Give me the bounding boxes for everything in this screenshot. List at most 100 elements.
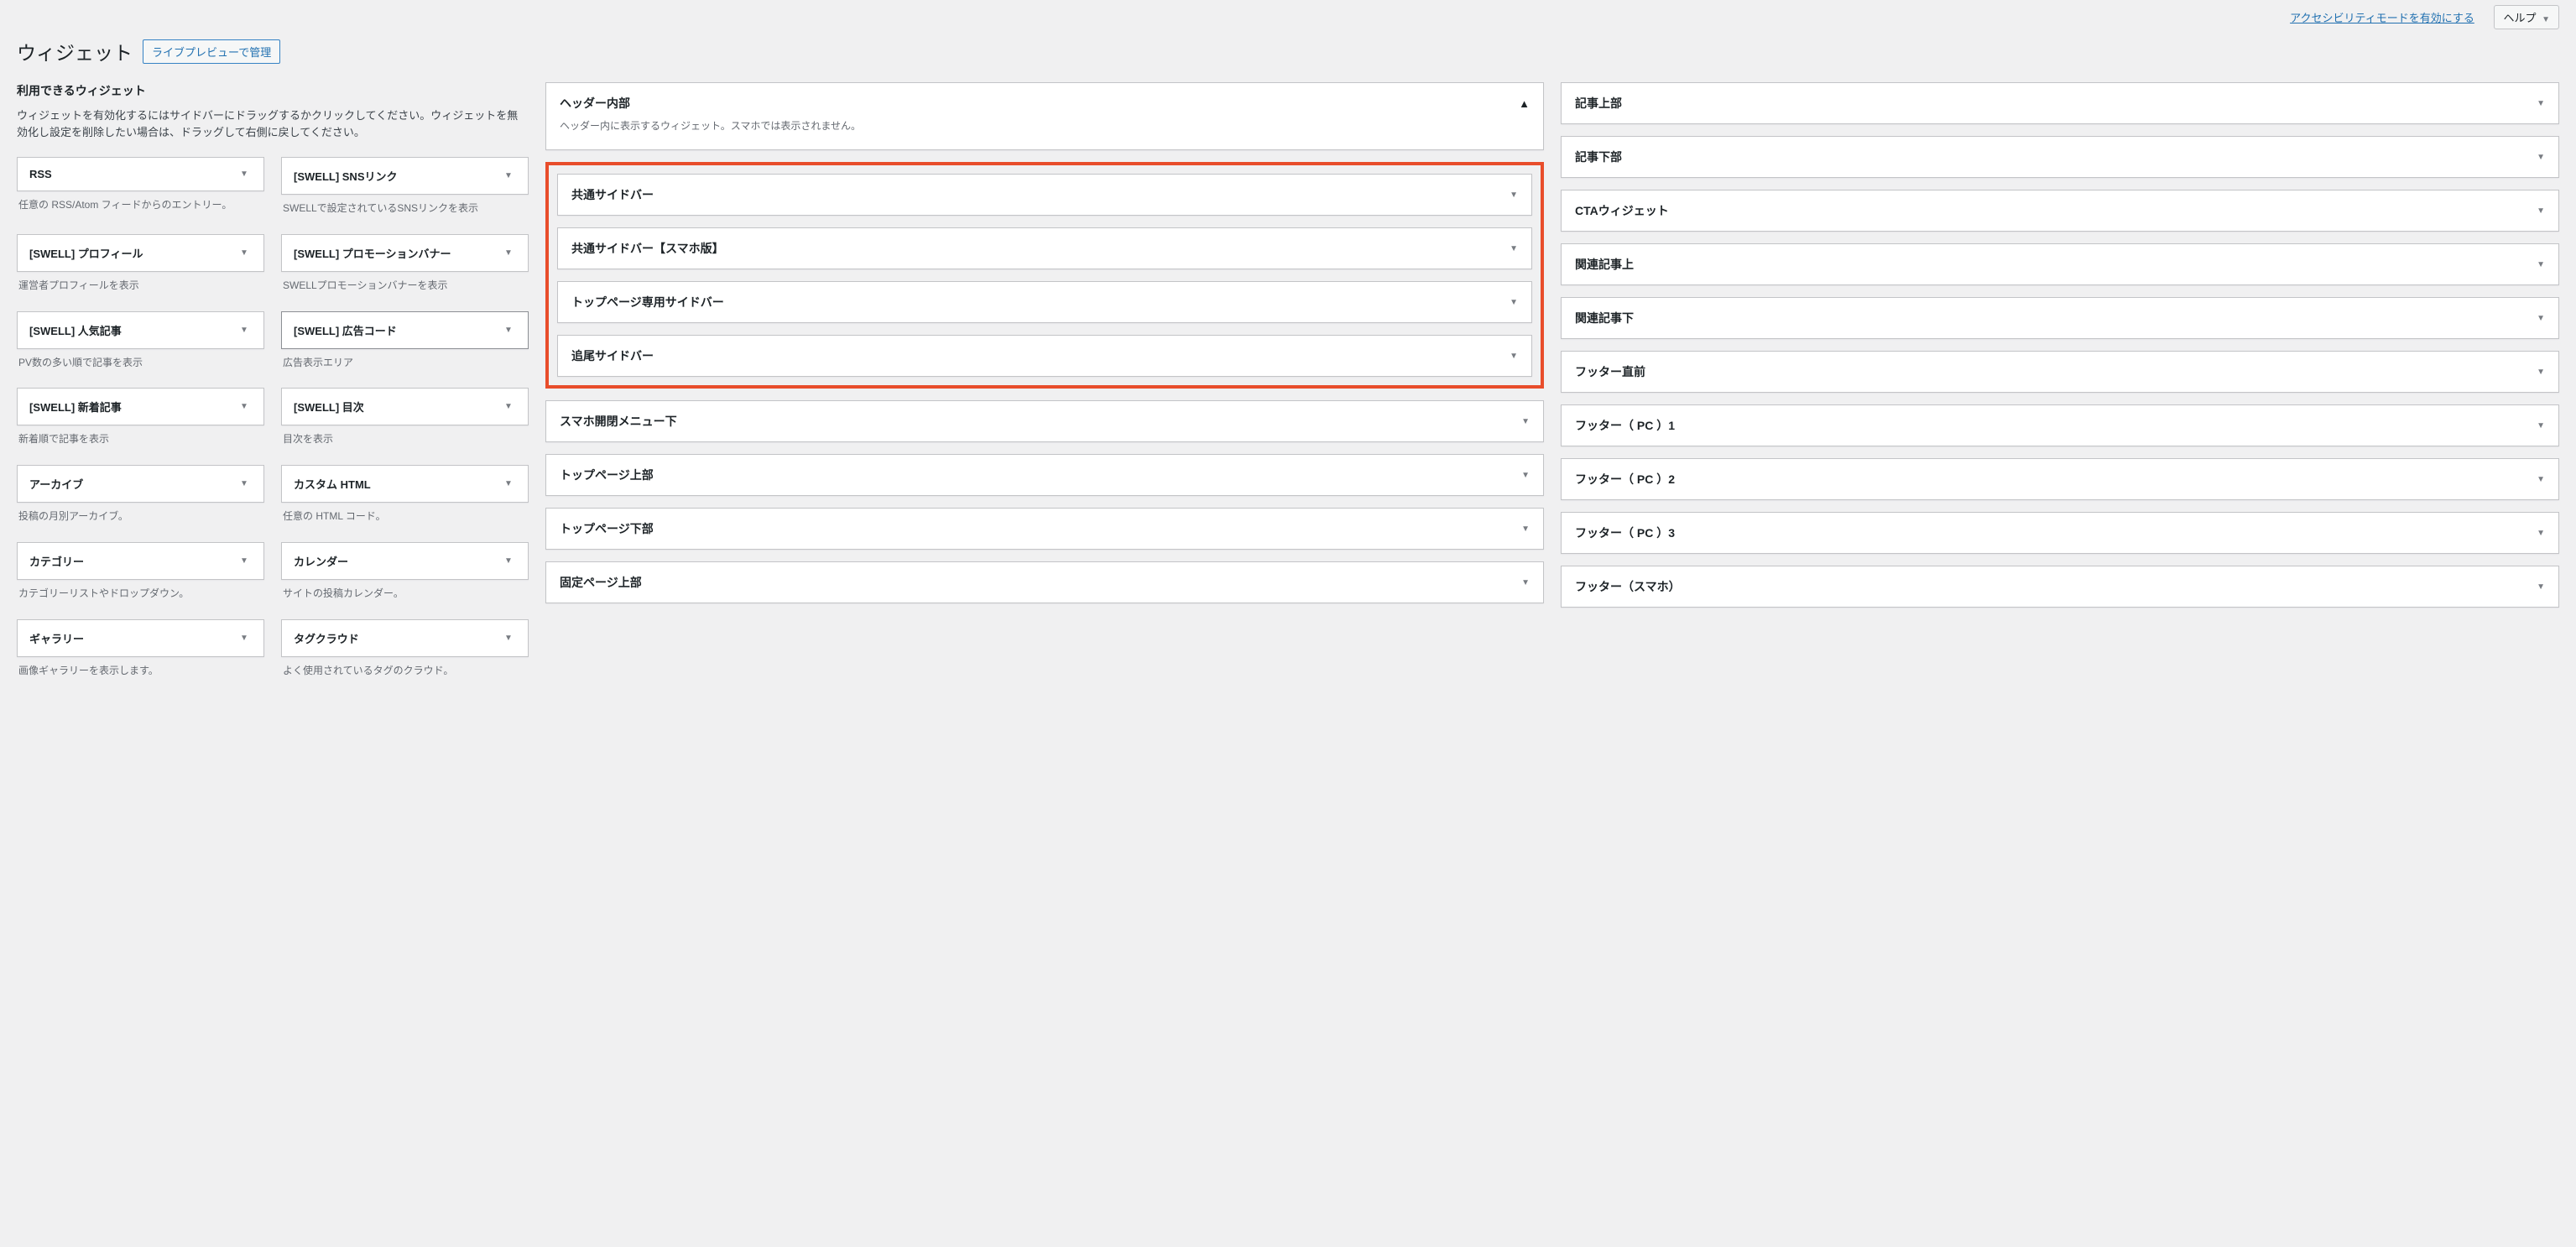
widget-name: [SWELL] プロモーションバナー	[294, 245, 451, 261]
chevron-down-icon[interactable]: ▼	[501, 479, 516, 488]
chevron-down-icon[interactable]: ▼	[1510, 244, 1518, 253]
widget-desc: 投稿の月別アーカイブ。	[17, 503, 264, 534]
widget-handle[interactable]: カスタム HTML▼	[281, 465, 529, 503]
available-widget: [SWELL] プロモーションバナー ▼ SWELLプロモーションバナーを表示	[281, 234, 529, 303]
chevron-down-icon[interactable]: ▼	[501, 634, 516, 643]
widget-area-title: トップページ上部	[560, 467, 654, 483]
chevron-down-icon[interactable]: ▼	[237, 556, 252, 566]
chevron-down-icon[interactable]: ▼	[2537, 99, 2545, 108]
widget-handle[interactable]: タグクラウド▼	[281, 619, 529, 657]
help-button[interactable]: ヘルプ ▼	[2494, 5, 2559, 29]
widget-area-title: ヘッダー内部	[560, 95, 630, 112]
chevron-down-icon[interactable]: ▼	[237, 170, 252, 179]
widget-area-box[interactable]: フッター（スマホ）▼	[1561, 566, 2559, 608]
widget-area-box[interactable]: トップページ専用サイドバー ▼	[557, 281, 1532, 323]
widget-name: カレンダー	[294, 553, 348, 569]
help-label: ヘルプ	[2503, 12, 2536, 24]
chevron-down-icon[interactable]: ▼	[237, 402, 252, 411]
widget-area-title: トップページ下部	[560, 520, 654, 537]
widget-desc: PV数の多い順で記事を表示	[17, 349, 264, 380]
accessibility-mode-link[interactable]: アクセシビリティモードを有効にする	[2290, 12, 2474, 24]
widget-area-box[interactable]: 関連記事下▼	[1561, 297, 2559, 339]
chevron-down-icon[interactable]: ▼	[2537, 582, 2545, 592]
chevron-down-icon[interactable]: ▼	[1521, 524, 1530, 534]
chevron-down-icon[interactable]: ▼	[1521, 578, 1530, 587]
chevron-down-icon[interactable]: ▼	[2537, 421, 2545, 430]
widget-area-box[interactable]: 記事下部▼	[1561, 136, 2559, 178]
widget-area-box[interactable]: フッター（ PC ）1▼	[1561, 404, 2559, 446]
widget-name: カテゴリー	[29, 553, 84, 569]
widget-handle[interactable]: ギャラリー▼	[17, 619, 264, 657]
chevron-down-icon[interactable]: ▼	[501, 326, 516, 335]
widget-area-box[interactable]: フッター（ PC ）2 ▼	[1561, 458, 2559, 500]
widget-area-title: フッター直前	[1575, 363, 1645, 380]
available-widget: カテゴリー ▼ カテゴリーリストやドロップダウン。	[17, 542, 264, 611]
chevron-down-icon[interactable]: ▼	[1510, 352, 1518, 361]
widget-handle[interactable]: [SWELL] 新着記事 ▼	[17, 388, 264, 425]
widget-desc: 目次を表示	[281, 425, 529, 457]
widget-handle[interactable]: [SWELL] 広告コード▼	[281, 311, 529, 349]
chevron-down-icon[interactable]: ▼	[501, 402, 516, 411]
widget-handle[interactable]: アーカイブ▼	[17, 465, 264, 503]
widget-area-title: フッター（ PC ）2	[1575, 471, 1675, 488]
widget-area-title: トップページ専用サイドバー	[571, 294, 724, 310]
chevron-down-icon[interactable]: ▼	[501, 171, 516, 180]
chevron-down-icon[interactable]: ▼	[1521, 417, 1530, 426]
chevron-down-icon[interactable]: ▼	[501, 248, 516, 258]
widget-area-box[interactable]: 関連記事上 ▼	[1561, 243, 2559, 285]
chevron-down-icon[interactable]: ▼	[2537, 368, 2545, 377]
chevron-down-icon[interactable]: ▼	[1521, 471, 1530, 480]
available-widget: カレンダー▼サイトの投稿カレンダー。	[281, 542, 529, 611]
available-widgets-desc: ウィジェットを有効化するにはサイドバーにドラッグするかクリックしてください。ウィ…	[17, 107, 529, 140]
widget-desc: カテゴリーリストやドロップダウン。	[17, 580, 264, 611]
widget-area-box[interactable]: フッター（ PC ）3▼	[1561, 512, 2559, 554]
widget-area-box[interactable]: トップページ下部 ▼	[545, 508, 1544, 550]
chevron-down-icon[interactable]: ▼	[2537, 314, 2545, 323]
available-widget: [SWELL] 新着記事▼新着順で記事を表示	[17, 388, 264, 457]
chevron-down-icon[interactable]: ▼	[1510, 298, 1518, 307]
chevron-up-icon[interactable]: ▲	[1519, 97, 1530, 110]
widget-handle[interactable]: [SWELL] SNSリンク▼	[281, 157, 529, 195]
widget-area-box[interactable]: トップページ上部 ▼	[545, 454, 1544, 496]
chevron-down-icon[interactable]: ▼	[501, 556, 516, 566]
chevron-down-icon[interactable]: ▼	[1510, 190, 1518, 200]
widget-desc: SWELLプロモーションバナーを表示	[281, 272, 529, 303]
widget-area-box[interactable]: 追尾サイドバー ▼	[557, 335, 1532, 377]
chevron-down-icon[interactable]: ▼	[2537, 153, 2545, 162]
chevron-down-icon[interactable]: ▼	[2537, 529, 2545, 538]
available-widget: [SWELL] 広告コード▼広告表示エリア	[281, 311, 529, 380]
widget-handle[interactable]: [SWELL] 人気記事 ▼	[17, 311, 264, 349]
widget-handle[interactable]: カレンダー ▼	[281, 542, 529, 580]
widget-handle[interactable]: RSS▼	[17, 157, 264, 191]
chevron-down-icon[interactable]: ▼	[2537, 475, 2545, 484]
chevron-down-icon[interactable]: ▼	[2537, 206, 2545, 216]
widget-name: [SWELL] 人気記事	[29, 322, 122, 338]
widget-area-box[interactable]: 共通サイドバー【スマホ版】 ▼	[557, 227, 1532, 269]
widget-desc: 画像ギャラリーを表示します。	[17, 657, 264, 688]
widget-handle[interactable]: [SWELL] プロモーションバナー ▼	[281, 234, 529, 272]
widget-handle[interactable]: カテゴリー ▼	[17, 542, 264, 580]
widget-handle[interactable]: [SWELL] プロフィール▼	[17, 234, 264, 272]
chevron-down-icon[interactable]: ▼	[237, 326, 252, 335]
widget-name: [SWELL] 新着記事	[29, 399, 122, 415]
widget-area-box[interactable]: フッター直前 ▼	[1561, 351, 2559, 393]
chevron-down-icon[interactable]: ▼	[237, 634, 252, 643]
widget-area-box[interactable]: 共通サイドバー▼	[557, 174, 1532, 216]
live-preview-button[interactable]: ライブプレビューで管理	[143, 39, 280, 64]
widget-area-title: 追尾サイドバー	[571, 347, 654, 364]
widget-area-title: 共通サイドバー【スマホ版】	[571, 240, 724, 257]
widget-area-title: 固定ページ上部	[560, 574, 642, 591]
available-widget: タグクラウド▼よく使用されているタグのクラウド。	[281, 619, 529, 688]
chevron-down-icon[interactable]: ▼	[237, 479, 252, 488]
chevron-down-icon[interactable]: ▼	[237, 248, 252, 258]
widget-desc: 運営者プロフィールを表示	[17, 272, 264, 303]
widget-area-title: 関連記事上	[1575, 256, 1634, 273]
widget-area-box[interactable]: CTAウィジェット▼	[1561, 190, 2559, 232]
widget-area-box[interactable]: スマホ開閉メニュー下▼	[545, 400, 1544, 442]
widget-handle[interactable]: [SWELL] 目次▼	[281, 388, 529, 425]
widget-area-box[interactable]: 固定ページ上部 ▼	[545, 561, 1544, 603]
chevron-down-icon[interactable]: ▼	[2537, 260, 2545, 269]
widget-desc: SWELLで設定されているSNSリンクを表示	[281, 195, 529, 226]
widget-area-box[interactable]: ヘッダー内部 ▲ ヘッダー内に表示するウィジェット。スマホでは表示されません。	[545, 82, 1544, 150]
widget-area-box[interactable]: 記事上部▼	[1561, 82, 2559, 124]
